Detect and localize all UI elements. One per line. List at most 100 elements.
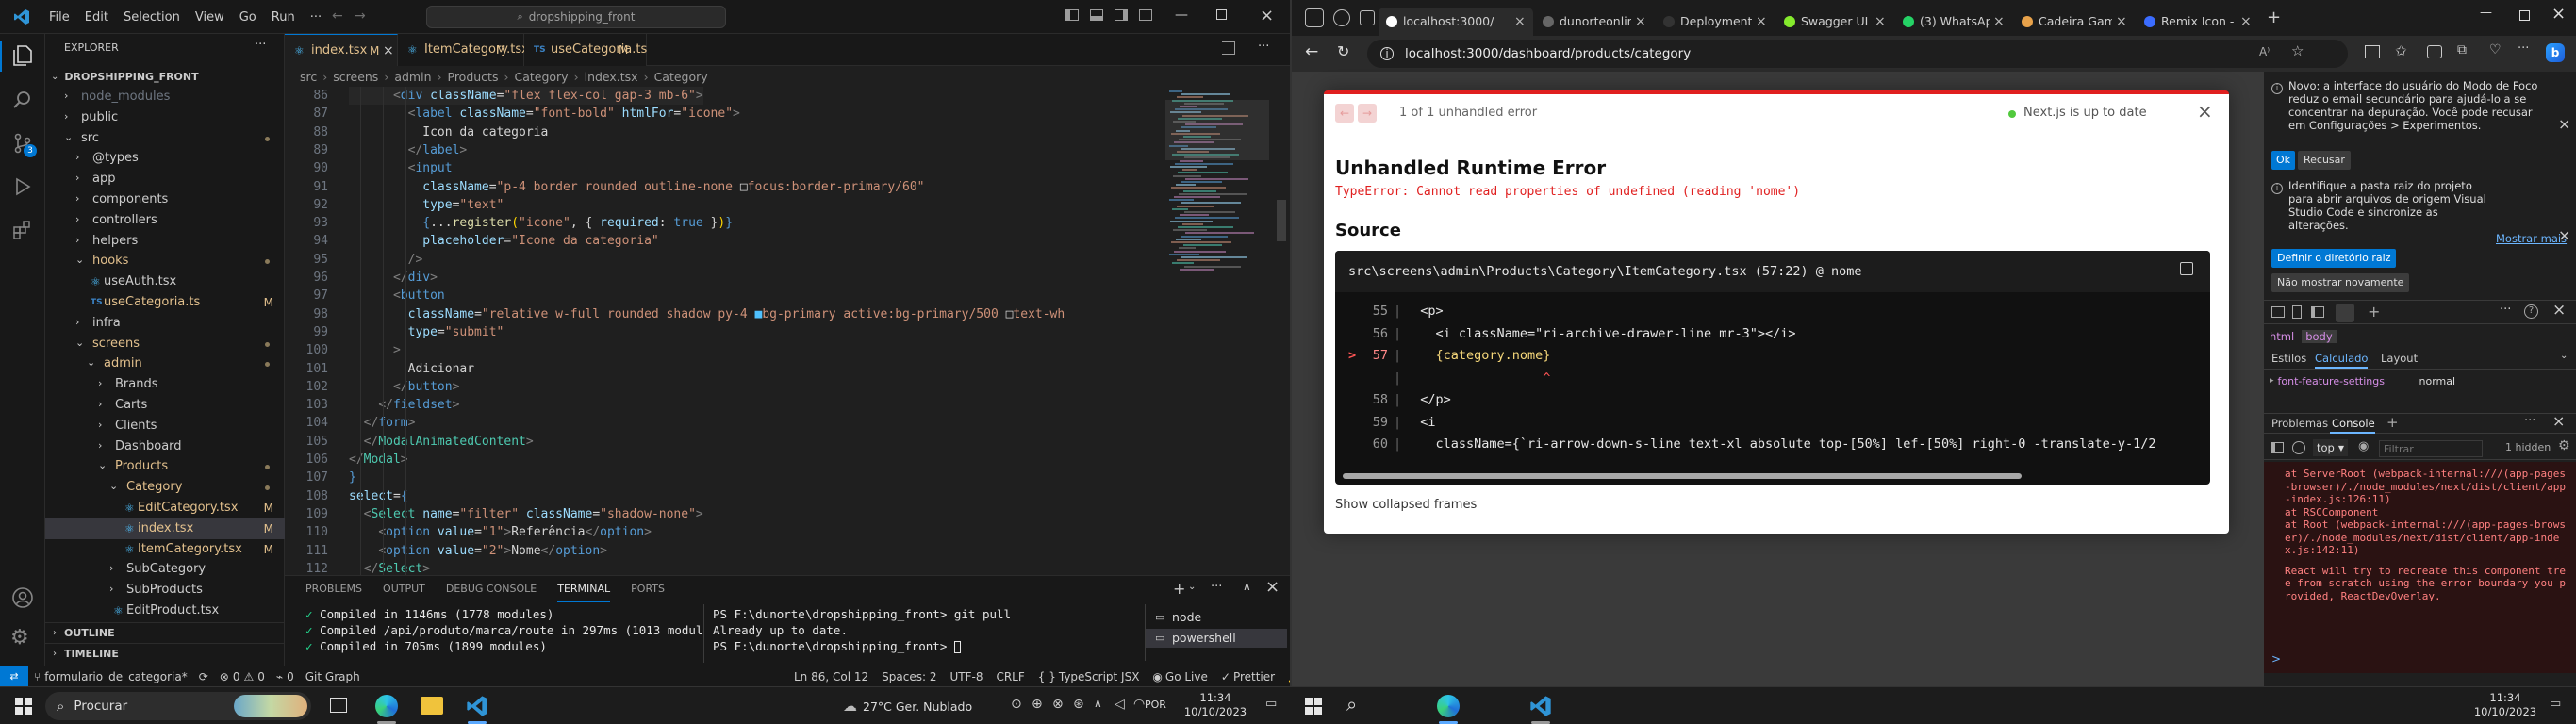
remote-icon[interactable]: ⇄ bbox=[0, 666, 28, 686]
toggle-panel-icon[interactable] bbox=[1090, 9, 1103, 21]
folder-item[interactable]: ⌄ admin bbox=[45, 354, 285, 374]
sync-icon[interactable]: ⟳ bbox=[199, 670, 208, 683]
folder-item[interactable]: › node_modules bbox=[45, 87, 285, 107]
tab-calculado[interactable]: Calculado bbox=[2315, 352, 2368, 365]
cursor-position[interactable]: Ln 86, Col 12 bbox=[794, 670, 868, 683]
folder-item[interactable]: › components bbox=[45, 189, 285, 210]
file-explorer-icon[interactable] bbox=[421, 697, 443, 715]
nav-back-icon[interactable]: ← bbox=[332, 8, 343, 24]
task-view-icon[interactable] bbox=[330, 698, 347, 713]
panel-more-icon[interactable]: ··· bbox=[1211, 580, 1222, 594]
folder-item[interactable]: › Clients bbox=[45, 416, 285, 436]
file-item[interactable]: ⚛ ItemCategory.tsx M bbox=[45, 539, 285, 560]
eye-icon[interactable]: ◉ bbox=[2358, 439, 2369, 453]
toggle-sidebar-icon[interactable] bbox=[1065, 9, 1079, 21]
panel-dock-icon[interactable] bbox=[2311, 306, 2324, 318]
edge-taskbar-icon[interactable] bbox=[1437, 695, 1460, 717]
prev-error-button[interactable]: ← bbox=[1335, 104, 1354, 123]
recusar-button[interactable]: Recusar bbox=[2298, 151, 2351, 170]
problems-status[interactable]: ⊗ 0 ⚠ 0 bbox=[220, 670, 265, 683]
language-indicator[interactable]: POR bbox=[1145, 699, 1166, 711]
open-in-editor-icon[interactable] bbox=[2180, 262, 2193, 275]
panel-tab-problems[interactable]: PROBLEMS bbox=[305, 576, 362, 602]
notifications-icon[interactable]: ▭ bbox=[2550, 697, 2561, 711]
console-output[interactable]: at ServerRoot (webpack-internal:///(app-… bbox=[2264, 462, 2576, 673]
console-prompt[interactable]: > bbox=[2271, 652, 2281, 666]
eol-status[interactable]: CRLF bbox=[996, 670, 1024, 683]
minimap[interactable] bbox=[1165, 87, 1269, 575]
folder-item[interactable]: › Brands bbox=[45, 374, 285, 395]
taskbar-clock[interactable]: 11:34 10/10/2023 bbox=[1181, 691, 1250, 721]
minimize-icon[interactable]: — bbox=[1175, 8, 1188, 23]
folder-item[interactable]: › SubProducts bbox=[45, 580, 285, 601]
encoding-status[interactable]: UTF-8 bbox=[949, 670, 983, 683]
show-collapsed-frames-button[interactable]: Show collapsed frames bbox=[1335, 498, 1477, 512]
taskbar-clock-2[interactable]: 11:34 10/10/2023 bbox=[2470, 691, 2540, 721]
clear-console-icon[interactable] bbox=[2292, 441, 2305, 454]
code-editor[interactable]: 86 <div className="flex flex-col gap-3 m… bbox=[285, 87, 1290, 576]
folder-item[interactable]: › infra bbox=[45, 313, 285, 334]
close-window-icon[interactable]: × bbox=[2551, 4, 2566, 24]
breadcrumb-item[interactable]: screens bbox=[333, 70, 378, 84]
context-selector[interactable]: top ▼ bbox=[2313, 439, 2349, 456]
file-item[interactable]: ⚛ EditCategory.tsx M bbox=[45, 498, 285, 518]
next-error-button[interactable]: → bbox=[1358, 104, 1377, 123]
chevron-down-icon[interactable]: ⌄ bbox=[2560, 351, 2568, 361]
workspaces-icon[interactable] bbox=[1333, 9, 1350, 26]
devtools-more-icon[interactable]: ··· bbox=[2524, 414, 2535, 428]
close-tab-icon[interactable]: × bbox=[1993, 8, 2005, 36]
devtools-more-icon[interactable]: ··· bbox=[2500, 303, 2511, 317]
notifications-icon[interactable]: ▭ bbox=[1265, 697, 1277, 711]
close-notice-icon[interactable]: × bbox=[2558, 115, 2570, 133]
git-graph-status[interactable]: Git Graph bbox=[305, 670, 360, 683]
menu-more[interactable]: ··· bbox=[303, 10, 329, 25]
close-window-icon[interactable]: × bbox=[1260, 6, 1274, 25]
weather-widget[interactable]: ☁ 27°C Ger. Nublado bbox=[843, 695, 972, 717]
search-icon[interactable] bbox=[11, 89, 34, 111]
nao-mostrar-button[interactable]: Não mostrar novamente bbox=[2271, 273, 2410, 292]
editor-tab[interactable]: ⚛ index.tsx M × bbox=[285, 34, 398, 66]
taskbar-search[interactable]: ⌕ Procurar bbox=[45, 692, 311, 720]
source-scrollbar[interactable] bbox=[1343, 473, 2022, 479]
panel-tab-debug-console[interactable]: DEBUG CONSOLE bbox=[446, 576, 537, 602]
device-toolbar-icon[interactable] bbox=[2292, 305, 2302, 319]
tray-icon[interactable]: ⊕ bbox=[1032, 697, 1043, 712]
tray-icon[interactable]: ⊙ bbox=[1011, 697, 1022, 712]
new-terminal-icon[interactable]: + bbox=[1173, 580, 1185, 598]
breadcrumb-item[interactable]: Products bbox=[448, 70, 499, 84]
browser-tab[interactable]: Cadeira Gamin × bbox=[2014, 8, 2135, 36]
file-item[interactable]: ⚛ EditProduct.tsx bbox=[45, 601, 285, 621]
close-panel-icon[interactable]: × bbox=[1265, 577, 1280, 597]
address-bar[interactable]: i localhost:3000/dashboard/products/cate… bbox=[1367, 40, 2348, 68]
help-icon[interactable]: ? bbox=[2524, 304, 2538, 319]
back-arrow-icon[interactable]: ← bbox=[1305, 42, 1318, 61]
copilot-icon[interactable]: b bbox=[2546, 43, 2565, 62]
menu-run[interactable]: Run bbox=[264, 10, 303, 25]
prettier-status[interactable]: ✓ Prettier bbox=[1221, 670, 1275, 683]
mostrar-mais-link[interactable]: Mostrar mais bbox=[2496, 232, 2567, 245]
minimap-slider[interactable] bbox=[1165, 100, 1269, 160]
branch-status[interactable]: ⑂ formulario_de_categoria* bbox=[34, 670, 188, 683]
vscode-taskbar-icon[interactable] bbox=[1529, 695, 1552, 717]
ok-button[interactable]: Ok bbox=[2271, 151, 2296, 170]
file-item[interactable]: ⚛ index.tsx M bbox=[45, 518, 285, 539]
folder-item[interactable]: ⌄ hooks bbox=[45, 251, 285, 272]
wifi-icon[interactable]: ◠ bbox=[1133, 697, 1145, 712]
close-drawer-icon[interactable]: × bbox=[2552, 412, 2565, 430]
layout-icon[interactable] bbox=[1139, 9, 1152, 21]
menu-file[interactable]: File bbox=[41, 10, 77, 25]
windows-start-icon[interactable] bbox=[15, 698, 32, 715]
browser-tab[interactable]: dunorteonline/d × bbox=[1535, 8, 1654, 36]
editor-scrollbar[interactable] bbox=[1277, 200, 1286, 241]
terminal-instance[interactable]: ▭ powershell bbox=[1146, 629, 1287, 648]
breadcrumb-item[interactable]: Category bbox=[514, 70, 568, 84]
folder-item[interactable]: › app bbox=[45, 169, 285, 189]
new-tab-icon[interactable]: + bbox=[2267, 8, 2281, 27]
menu-go[interactable]: Go bbox=[232, 10, 264, 25]
folder-item[interactable]: › Dashboard bbox=[45, 436, 285, 457]
computed-property-row[interactable]: ▸ font-feature-settings normal bbox=[2270, 373, 2455, 388]
vscode-taskbar-icon[interactable] bbox=[466, 695, 488, 717]
close-tab-icon[interactable]: × bbox=[1635, 8, 1646, 36]
settings-gear-icon[interactable]: ⚙ bbox=[10, 626, 29, 650]
tray-icon[interactable]: ⊛ bbox=[1073, 697, 1084, 712]
